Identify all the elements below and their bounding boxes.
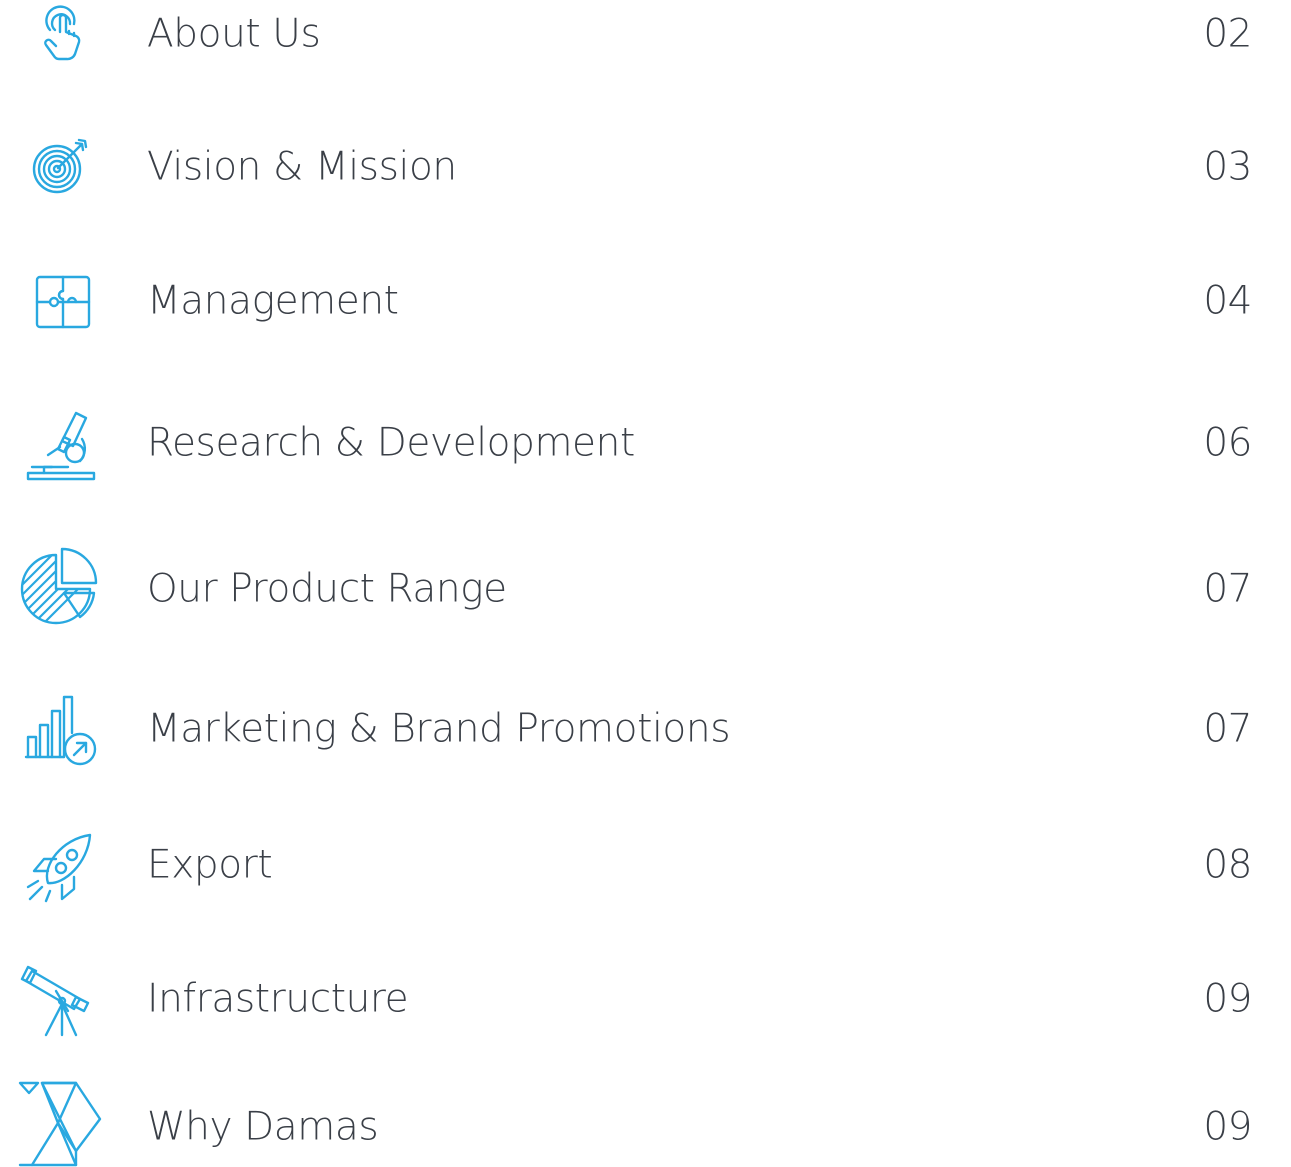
toc-item-marketing-brand-promotions[interactable]: Marketing & Brand Promotions 07 — [0, 689, 1291, 769]
toc-item-vision-mission[interactable]: Vision & Mission 03 — [0, 127, 1291, 207]
toc-item-label: About Us — [147, 11, 321, 57]
toc-item-page-number: 08 — [1203, 842, 1252, 888]
toc-item-management[interactable]: Management 04 — [0, 261, 1291, 341]
toc-item-page-number: 07 — [1203, 706, 1252, 752]
toc-item-label: Export — [147, 842, 273, 888]
pie-chart-icon — [18, 547, 102, 629]
microscope-icon — [18, 403, 102, 483]
toc-item-page-number: 09 — [1203, 1104, 1252, 1150]
damas-logo-icon — [18, 1081, 102, 1167]
toc-item-page-number: 06 — [1203, 420, 1252, 466]
toc-item-label: Why Damas — [147, 1104, 379, 1150]
touch-icon — [18, 0, 102, 74]
toc-item-about-us[interactable]: About Us 02 — [0, 0, 1291, 74]
toc-item-label: Marketing & Brand Promotions — [147, 706, 731, 752]
toc-item-page-number: 07 — [1203, 566, 1252, 612]
toc-item-label: Infrastructure — [147, 976, 409, 1022]
growth-chart-icon — [18, 689, 102, 769]
puzzle-icon — [18, 261, 102, 341]
toc-item-why-damas[interactable]: Why Damas 09 — [0, 1081, 1291, 1167]
toc-item-research-development[interactable]: Research & Development 06 — [0, 403, 1291, 483]
toc-item-page-number: 03 — [1203, 144, 1252, 190]
telescope-icon — [18, 959, 102, 1039]
toc-item-label: Management — [147, 278, 399, 324]
target-icon — [18, 127, 102, 207]
toc-item-page-number: 09 — [1203, 976, 1252, 1022]
toc-item-our-product-range[interactable]: Our Product Range 07 — [0, 547, 1291, 629]
toc-item-label: Our Product Range — [147, 566, 507, 612]
toc-item-export[interactable]: Export 08 — [0, 825, 1291, 905]
toc-item-infrastructure[interactable]: Infrastructure 09 — [0, 959, 1291, 1039]
table-of-contents: About Us 02 Vision & Mission 03 Manageme… — [0, 0, 1291, 1167]
toc-item-page-number: 04 — [1203, 278, 1252, 324]
rocket-icon — [18, 825, 102, 905]
toc-item-label: Vision & Mission — [147, 144, 457, 190]
toc-item-label: Research & Development — [147, 420, 635, 466]
toc-item-page-number: 02 — [1203, 11, 1252, 57]
